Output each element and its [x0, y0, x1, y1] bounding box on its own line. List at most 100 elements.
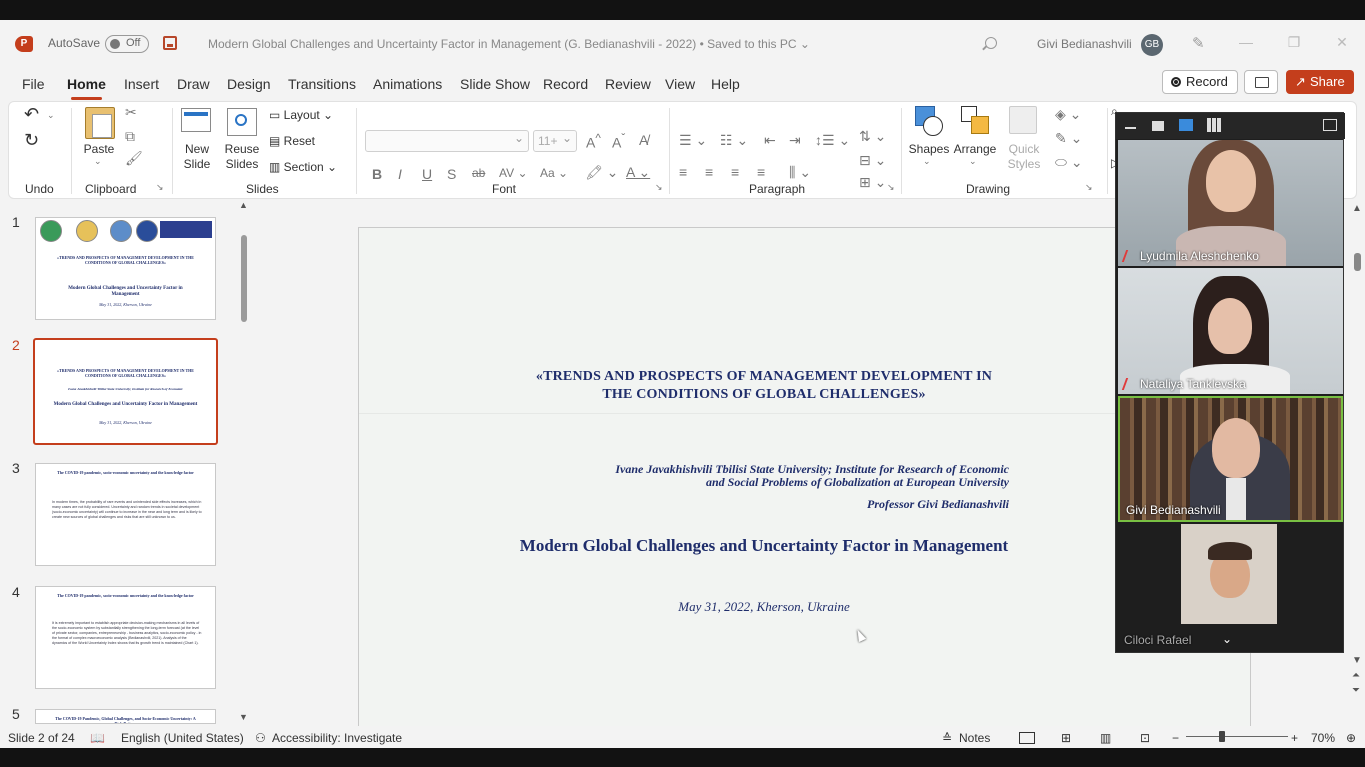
layout-button[interactable]: ▭ Layout ⌄: [269, 108, 333, 122]
participant-tile-2[interactable]: Nataliya Tanklevska: [1118, 268, 1343, 394]
thumb-scroll-down-icon[interactable]: ▼: [239, 712, 248, 722]
underline-icon[interactable]: U: [422, 166, 432, 182]
minimize-panel-icon[interactable]: [1125, 127, 1136, 129]
change-case-icon[interactable]: Aa ⌄: [540, 166, 568, 180]
tab-review[interactable]: Review: [605, 76, 651, 92]
tab-insert[interactable]: Insert: [124, 76, 159, 92]
accessibility-icon[interactable]: ⚇: [255, 731, 266, 745]
record-button[interactable]: Record: [1162, 70, 1238, 94]
line-spacing-icon[interactable]: ↕☰ ⌄: [815, 132, 850, 149]
comments-button[interactable]: [1244, 70, 1278, 94]
undo-dropdown-icon[interactable]: ⌄: [47, 110, 55, 121]
reset-button[interactable]: ▤ Reset: [269, 134, 315, 148]
columns-icon[interactable]: ⫼ ⌄: [789, 164, 811, 181]
font-color-icon[interactable]: A ⌄: [626, 164, 650, 181]
tab-slide-show[interactable]: Slide Show: [460, 76, 530, 92]
font-size-combo[interactable]: 11+: [533, 130, 577, 152]
tab-transitions[interactable]: Transitions: [288, 76, 356, 92]
zoom-in-icon[interactable]: +: [1291, 731, 1298, 745]
paste-dropdown-icon[interactable]: ⌄: [94, 156, 102, 167]
user-name[interactable]: Givi Bedianashvili: [1037, 37, 1132, 51]
redo-icon[interactable]: ↻: [24, 130, 39, 151]
character-spacing-icon[interactable]: AV ⌄: [499, 166, 528, 180]
drawing-launcher-icon[interactable]: ↘: [1085, 182, 1093, 193]
arrange-front-icon[interactable]: [971, 116, 989, 134]
gallery-view-icon[interactable]: [1207, 118, 1221, 132]
paragraph-launcher-icon[interactable]: ↘: [887, 182, 895, 193]
zoom-level[interactable]: 70%: [1311, 731, 1335, 745]
reuse-slides-button[interactable]: Reuse Slides: [221, 142, 263, 172]
slide-institution[interactable]: Ivane Javakhishvili Tbilisi State Univer…: [539, 463, 1009, 489]
tab-home[interactable]: Home: [67, 76, 106, 100]
language-indicator[interactable]: English (United States): [121, 731, 244, 745]
restore-icon[interactable]: ❐: [1286, 34, 1302, 50]
slide-thumbnail-2[interactable]: «TRENDS AND PROSPECTS OF MANAGEMENT DEVE…: [33, 338, 218, 445]
slide-title[interactable]: Modern Global Challenges and Uncertainty…: [519, 535, 1009, 556]
thumb-scroll-up-icon[interactable]: ▲: [239, 200, 248, 210]
slide-conference-title[interactable]: «TRENDS AND PROSPECTS OF MANAGEMENT DEVE…: [529, 368, 999, 404]
shapes-circle-icon[interactable]: [923, 116, 943, 136]
highlight-icon[interactable]: 🖍 ⌄: [585, 164, 618, 181]
main-scrollbar-thumb[interactable]: [1354, 253, 1361, 271]
copy-icon[interactable]: ⧉: [125, 128, 135, 145]
format-painter-icon[interactable]: 🖌: [125, 150, 143, 167]
designer-pen-icon[interactable]: ✎: [1192, 34, 1206, 52]
fit-to-window-icon[interactable]: ⊕: [1346, 731, 1356, 745]
undo-icon[interactable]: ↶: [24, 104, 39, 125]
shape-outline-icon[interactable]: ✎ ⌄: [1055, 130, 1082, 147]
accessibility-status[interactable]: Accessibility: Investigate: [272, 731, 402, 745]
exit-panel-icon[interactable]: [1323, 119, 1337, 131]
font-family-combo[interactable]: [365, 130, 529, 152]
quick-styles-button[interactable]: Quick Styles: [1004, 142, 1044, 172]
tab-record[interactable]: Record: [543, 76, 588, 92]
normal-view-icon[interactable]: [1019, 732, 1035, 744]
spelling-icon[interactable]: 📖: [90, 731, 105, 745]
align-left-icon[interactable]: ≡: [679, 164, 687, 180]
clipboard-launcher-icon[interactable]: ↘: [156, 182, 164, 193]
slide-thumbnail-5[interactable]: The COVID-19 Pandemic, Global Challenges…: [35, 709, 216, 724]
notes-button[interactable]: Notes: [959, 731, 990, 745]
share-button[interactable]: Share: [1286, 70, 1354, 94]
slide-show-icon[interactable]: ⊡: [1140, 731, 1150, 745]
next-slide-icon[interactable]: ⏷: [1352, 685, 1360, 696]
tab-file[interactable]: File: [22, 76, 45, 92]
minimize-icon[interactable]: —: [1238, 34, 1254, 50]
align-center-icon[interactable]: ≡: [705, 164, 713, 180]
participant-tile-3-active-speaker[interactable]: Givi Bedianashvili: [1118, 396, 1343, 522]
document-title[interactable]: Modern Global Challenges and Uncertainty…: [208, 37, 810, 51]
main-scroll-up-icon[interactable]: ▲: [1352, 203, 1362, 214]
thumb-scrollbar-thumb[interactable]: [241, 235, 247, 322]
smartart-icon[interactable]: ⊞ ⌄: [859, 174, 886, 191]
shape-effects-icon[interactable]: ⬭ ⌄: [1055, 154, 1083, 171]
tab-view[interactable]: View: [665, 76, 695, 92]
increase-font-icon[interactable]: A^: [586, 132, 601, 151]
cut-icon[interactable]: ✂: [125, 104, 137, 121]
arrange-button[interactable]: Arrange: [951, 142, 999, 157]
speaker-view-icon[interactable]: [1179, 119, 1193, 131]
italic-icon[interactable]: I: [398, 166, 402, 182]
slide-date[interactable]: May 31, 2022, Kherson, Ukraine: [539, 599, 989, 615]
zoom-slider-track[interactable]: [1186, 736, 1288, 737]
bullets-icon[interactable]: ☰ ⌄: [679, 132, 707, 149]
zoom-slider-knob[interactable]: [1218, 731, 1225, 742]
shapes-button[interactable]: Shapes: [908, 142, 950, 157]
avatar[interactable]: GB: [1141, 34, 1163, 56]
tab-help[interactable]: Help: [711, 76, 740, 92]
justify-icon[interactable]: ≡: [757, 164, 765, 180]
align-right-icon[interactable]: ≡: [731, 164, 739, 180]
autosave-toggle[interactable]: Off: [105, 35, 149, 53]
close-icon[interactable]: ✕: [1334, 34, 1350, 50]
slide-professor[interactable]: Professor Givi Bedianashvili: [739, 497, 1009, 512]
tab-animations[interactable]: Animations: [373, 76, 442, 92]
quick-styles-icon[interactable]: [1009, 106, 1037, 134]
shapes-dropdown-icon[interactable]: ⌄: [923, 156, 931, 167]
increase-indent-icon[interactable]: ⇥: [789, 132, 801, 149]
search-icon[interactable]: [985, 37, 997, 49]
new-slide-button[interactable]: New Slide: [177, 142, 217, 172]
font-launcher-icon[interactable]: ↘: [655, 182, 663, 193]
decrease-font-icon[interactable]: Aˇ: [612, 132, 625, 151]
section-button[interactable]: ▥ Section ⌄: [269, 160, 337, 174]
slide-sorter-icon[interactable]: ⊞: [1061, 731, 1071, 745]
chevron-down-icon[interactable]: ⌄: [1222, 632, 1232, 646]
single-view-icon[interactable]: [1152, 121, 1164, 131]
